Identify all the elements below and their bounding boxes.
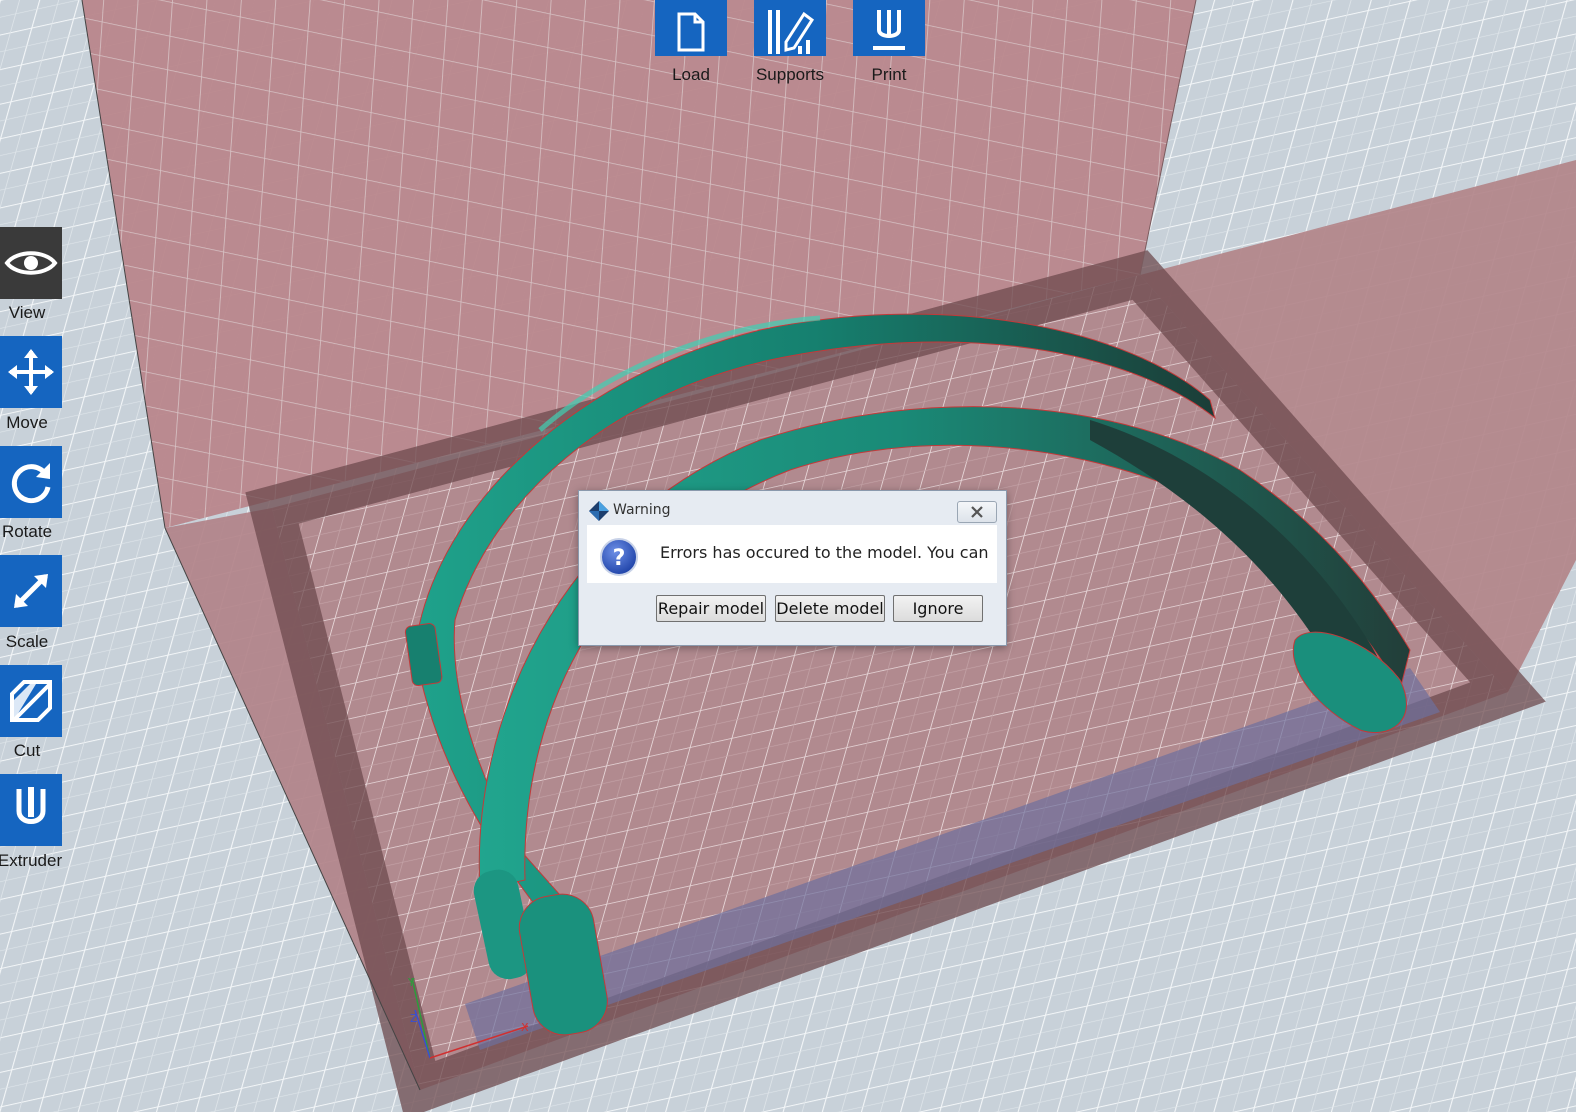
rotate-label: Rotate [1,522,53,541]
rotate-icon [11,463,51,504]
load-button[interactable] [655,0,727,56]
view-button[interactable] [0,227,62,299]
print-label: Print [871,65,907,84]
repair-model-button[interactable]: Repair model [656,595,766,622]
dialog-message: Errors has occured to the model. You can [660,543,989,562]
app-diamond-icon [589,501,609,521]
scale-button[interactable] [0,555,62,627]
print-nozzle-icon [873,10,905,50]
supports-icon [768,10,815,54]
axis-x-label: X [521,1021,529,1034]
move-arrows-icon [8,349,54,395]
cut-label: Cut [13,741,41,760]
dialog-close-button[interactable] [957,501,997,523]
load-label: Load [672,65,710,84]
dialog-title: Warning [613,502,671,518]
print-button[interactable] [853,0,925,56]
ignore-button[interactable]: Ignore [893,595,983,622]
axis-z-label: Z [410,1012,418,1025]
supports-button[interactable] [754,0,826,56]
supports-label: Supports [755,65,825,84]
dialog-body: ? Errors has occured to the model. You c… [587,525,997,583]
delete-model-button[interactable]: Delete model [775,595,885,622]
move-button[interactable] [0,336,62,408]
file-add-icon [677,12,705,52]
dialog-titlebar[interactable]: Warning [579,491,1006,525]
rotate-button[interactable] [0,446,62,518]
extruder-button[interactable] [0,774,62,846]
extruder-label: Extruder [0,851,63,870]
move-label: Move [6,413,48,432]
svg-text:?: ? [613,546,626,571]
cut-button[interactable] [0,665,62,737]
cut-icon [10,680,52,722]
scale-arrow-icon [14,574,48,608]
axis-y-label: Y [407,976,415,989]
scale-label: Scale [5,632,49,651]
extruder-nozzle-icon [16,787,46,824]
view-label: View [8,303,46,322]
close-icon [971,506,983,518]
warning-dialog: Warning ? Errors has occured to the mode… [578,490,1007,646]
eye-icon [4,251,58,275]
question-icon: ? [600,538,638,576]
